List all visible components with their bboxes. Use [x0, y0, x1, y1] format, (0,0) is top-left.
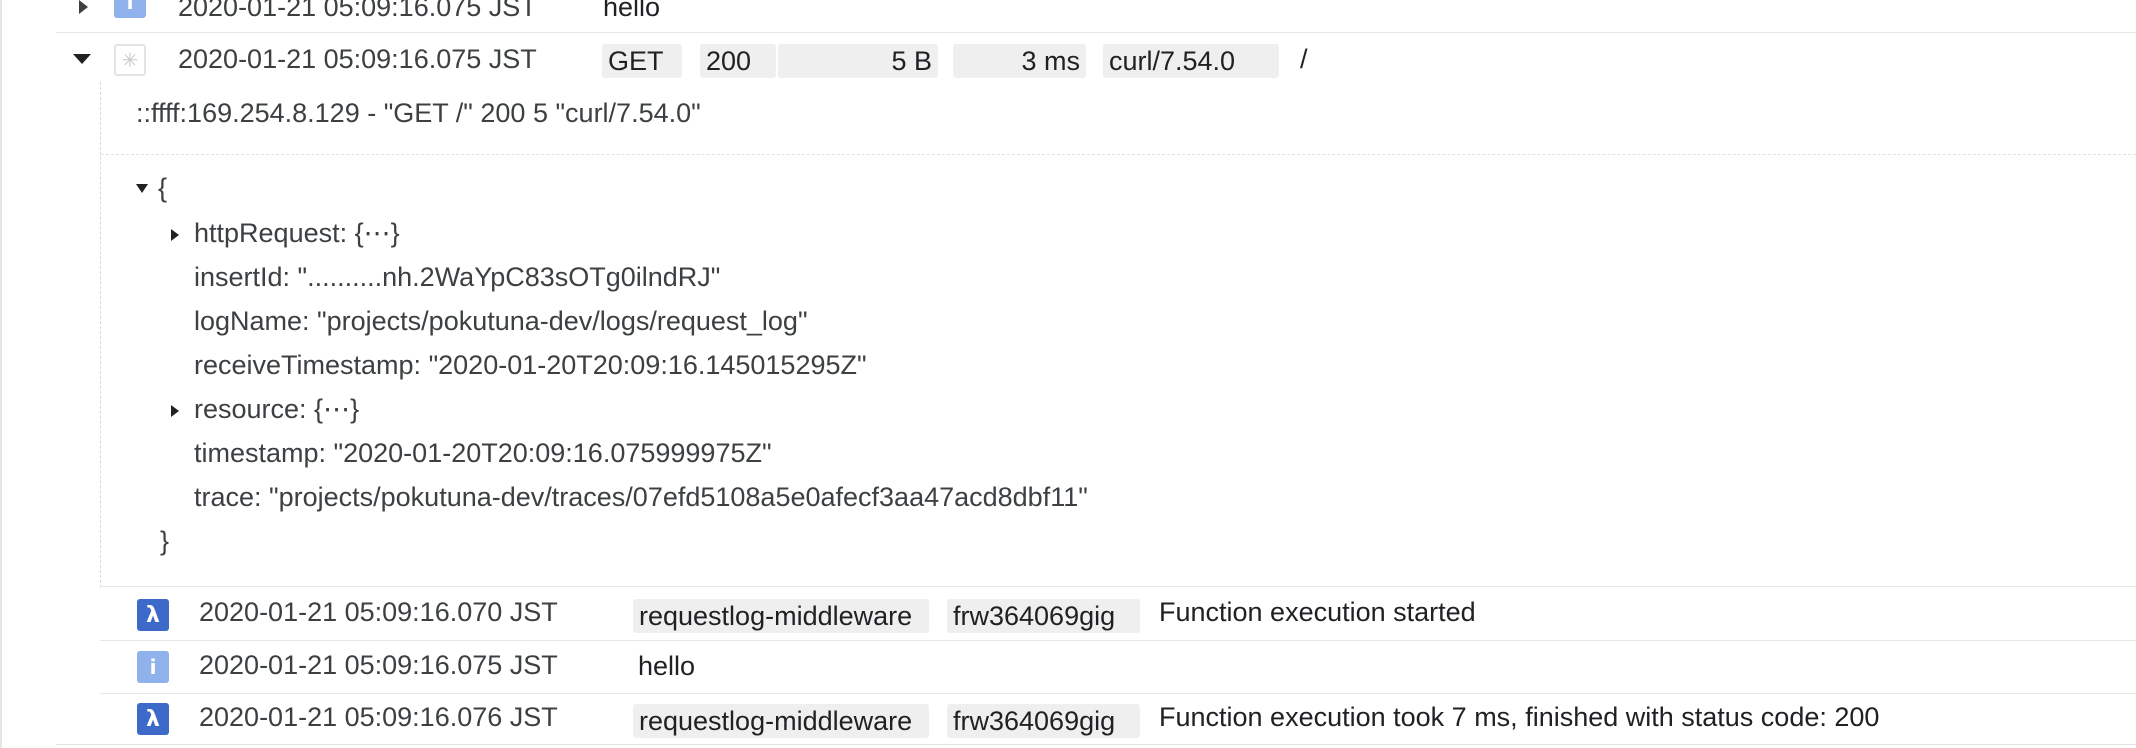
- json-field-receivetimestamp: receiveTimestamp: "2020-01-20T20:09:16.1…: [194, 350, 867, 380]
- lambda-icon: λ: [137, 599, 169, 631]
- json-open-brace: {: [158, 173, 168, 203]
- json-field-httprequest[interactable]: httpRequest: {⋯}: [194, 218, 400, 249]
- info-icon: i: [137, 651, 169, 683]
- divider: [56, 744, 2136, 745]
- default-severity-icon: ✳: [114, 44, 146, 76]
- request-path: /: [1300, 44, 1308, 74]
- latency-chip[interactable]: 3 ms: [953, 44, 1086, 78]
- json-field-trace: trace: "projects/pokutuna-dev/traces/07e…: [194, 482, 1088, 512]
- resource-expand-caret-icon[interactable]: [171, 405, 179, 417]
- collapse-caret-icon[interactable]: [73, 54, 91, 64]
- json-field-insertid: insertId: "..........nh.2WaYpC83sOTg0iln…: [194, 262, 721, 292]
- expand-caret-icon[interactable]: [79, 0, 88, 14]
- info-icon: i: [114, 0, 146, 18]
- json-field-timestamp: timestamp: "2020-01-20T20:09:16.07599997…: [194, 438, 772, 468]
- divider: [101, 154, 2136, 155]
- log-message: Function execution took 7 ms, finished w…: [1159, 702, 1880, 732]
- execution-id-chip[interactable]: frw364069gig: [947, 599, 1140, 633]
- execution-id-chip[interactable]: frw364069gig: [947, 704, 1140, 738]
- json-close-brace: }: [160, 526, 170, 556]
- size-chip[interactable]: 5 B: [778, 44, 938, 78]
- function-name-chip[interactable]: requestlog-middleware: [633, 599, 929, 633]
- log-message: hello: [603, 0, 661, 22]
- status-chip[interactable]: 200: [700, 44, 776, 78]
- log-timestamp: 2020-01-21 05:09:16.076 JST: [199, 702, 558, 732]
- divider: [100, 586, 2136, 587]
- log-timestamp: 2020-01-21 05:09:16.070 JST: [199, 597, 558, 627]
- log-timestamp: 2020-01-21 05:09:16.075 JST: [178, 44, 537, 74]
- log-message: hello: [638, 651, 696, 681]
- log-timestamp: 2020-01-21 05:09:16.075 JST: [199, 650, 558, 680]
- log-message: Function execution started: [1159, 597, 1476, 627]
- lambda-icon: λ: [137, 703, 169, 735]
- log-timestamp: 2020-01-21 05:09:16.075 JST: [178, 0, 537, 22]
- httprequest-expand-caret-icon[interactable]: [171, 229, 179, 241]
- request-summary: ::ffff:169.254.8.129 - "GET /" 200 5 "cu…: [136, 98, 701, 128]
- user-agent-chip[interactable]: curl/7.54.0: [1103, 44, 1279, 78]
- function-name-chip[interactable]: requestlog-middleware: [633, 704, 929, 738]
- method-chip[interactable]: GET: [602, 44, 682, 78]
- json-field-resource[interactable]: resource: {⋯}: [194, 394, 359, 425]
- json-field-logname: logName: "projects/pokutuna-dev/logs/req…: [194, 306, 808, 336]
- json-collapse-caret-icon[interactable]: [136, 184, 148, 193]
- left-border: [0, 0, 2, 748]
